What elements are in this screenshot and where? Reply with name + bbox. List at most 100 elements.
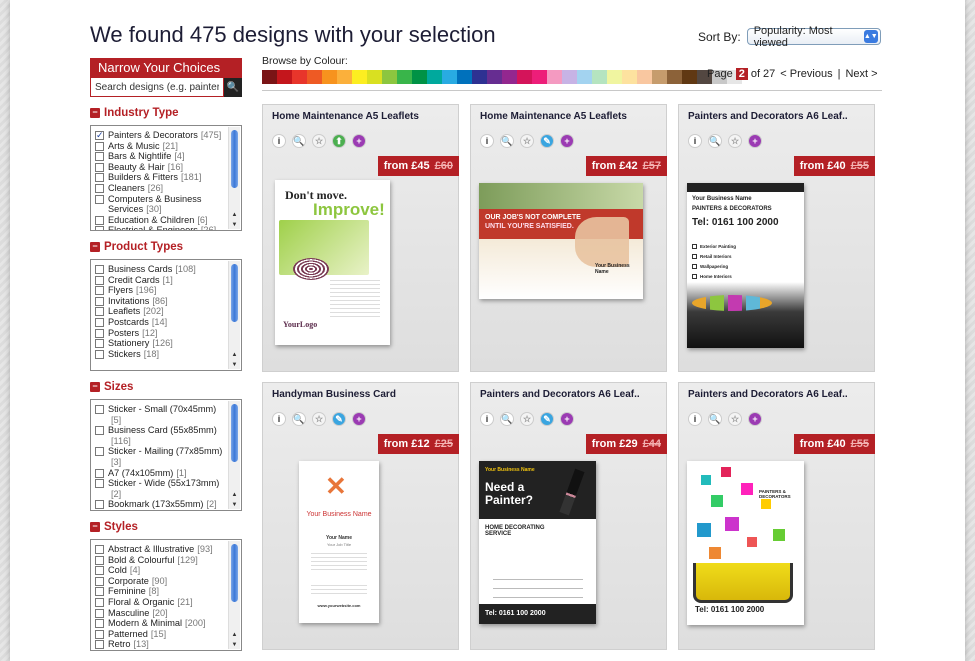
checkbox[interactable] bbox=[95, 545, 104, 554]
filter-option[interactable]: Invitations [86] bbox=[95, 296, 225, 307]
list-scrollbar[interactable]: ▲ ▼ bbox=[228, 261, 240, 369]
filter-option[interactable]: Builders & Fitters [181] bbox=[95, 172, 225, 183]
colour-swatch[interactable] bbox=[472, 70, 487, 84]
plus-icon[interactable]: + bbox=[560, 134, 574, 148]
star-icon[interactable]: ☆ bbox=[728, 412, 742, 426]
arrow-up-icon[interactable]: ⬆ bbox=[332, 134, 346, 148]
sort-select[interactable]: Popularity: Most viewed ▲▼ bbox=[746, 25, 881, 49]
brush-icon[interactable]: ✎ bbox=[540, 412, 554, 426]
star-icon[interactable]: ☆ bbox=[520, 134, 534, 148]
filter-option[interactable]: Abstract & Illustrative [93] bbox=[95, 544, 225, 555]
colour-swatch[interactable] bbox=[637, 70, 652, 84]
checkbox[interactable] bbox=[95, 426, 104, 436]
plus-icon[interactable]: + bbox=[352, 412, 366, 426]
card-title[interactable]: Handyman Business Card bbox=[272, 389, 396, 400]
checkbox[interactable] bbox=[95, 194, 104, 204]
colour-swatch[interactable] bbox=[652, 70, 667, 84]
list-scrollbar[interactable]: ▲ ▼ bbox=[228, 127, 240, 229]
colour-swatch[interactable] bbox=[442, 70, 457, 84]
filter-option[interactable]: Postcards [14] bbox=[95, 317, 225, 328]
colour-swatch[interactable] bbox=[622, 70, 637, 84]
colour-swatch[interactable] bbox=[457, 70, 472, 84]
colour-swatch[interactable] bbox=[262, 70, 277, 84]
filter-option[interactable]: Bookmark (173x55mm) [2] bbox=[95, 499, 225, 510]
star-icon[interactable]: ☆ bbox=[520, 412, 534, 426]
filter-option[interactable]: Bars & Nightlife [4] bbox=[95, 151, 225, 162]
colour-swatch[interactable] bbox=[382, 70, 397, 84]
plus-icon[interactable]: + bbox=[560, 412, 574, 426]
star-icon[interactable]: ☆ bbox=[728, 134, 742, 148]
search-button[interactable]: 🔍 bbox=[224, 78, 242, 97]
checkbox[interactable] bbox=[95, 226, 104, 230]
filter-option[interactable]: Computers & Business Services [30] bbox=[95, 194, 225, 215]
filter-option[interactable]: Stickers [18] bbox=[95, 349, 225, 360]
card-title[interactable]: Home Maintenance A5 Leaflets bbox=[272, 111, 419, 122]
colour-swatch[interactable] bbox=[607, 70, 622, 84]
magnify-icon[interactable]: 🔍 bbox=[708, 134, 722, 148]
info-icon[interactable]: i bbox=[272, 134, 286, 148]
scroll-up-icon[interactable]: ▲ bbox=[229, 632, 240, 638]
colour-swatch[interactable] bbox=[562, 70, 577, 84]
brush-icon[interactable]: ✎ bbox=[540, 134, 554, 148]
checkbox[interactable] bbox=[95, 468, 104, 478]
checkbox[interactable] bbox=[95, 141, 104, 151]
filter-option[interactable]: Beauty & Hair [16] bbox=[95, 162, 225, 173]
filter-option[interactable]: Electrical & Engineers [26] bbox=[95, 225, 225, 230]
colour-swatch[interactable] bbox=[682, 70, 697, 84]
plus-icon[interactable]: + bbox=[748, 134, 762, 148]
colour-swatch[interactable] bbox=[592, 70, 607, 84]
design-thumbnail[interactable]: PAINTERS & DECORATORS Tel: 0161 100 2000 bbox=[687, 461, 804, 625]
colour-swatch[interactable] bbox=[667, 70, 682, 84]
filter-option[interactable]: Retro [13] bbox=[95, 639, 225, 650]
checkbox[interactable] bbox=[95, 587, 104, 597]
checkbox[interactable] bbox=[95, 173, 104, 183]
star-icon[interactable]: ☆ bbox=[312, 412, 326, 426]
filter-section-title[interactable]: − Industry Type bbox=[90, 106, 242, 120]
magnify-icon[interactable]: 🔍 bbox=[500, 412, 514, 426]
filter-option[interactable]: Education & Children [6] bbox=[95, 215, 225, 226]
filter-option[interactable]: Cleaners [26] bbox=[95, 183, 225, 194]
checkbox[interactable] bbox=[95, 576, 104, 586]
filter-section-title[interactable]: − Product Types bbox=[90, 240, 242, 254]
colour-swatch[interactable] bbox=[367, 70, 382, 84]
checkbox[interactable] bbox=[95, 162, 104, 172]
scroll-thumb[interactable] bbox=[231, 404, 238, 462]
colour-swatch[interactable] bbox=[397, 70, 412, 84]
filter-option[interactable]: Posters [12] bbox=[95, 328, 225, 339]
scroll-up-icon[interactable]: ▲ bbox=[229, 352, 240, 358]
checkbox[interactable] bbox=[95, 349, 104, 359]
plus-icon[interactable]: + bbox=[352, 134, 366, 148]
card-title[interactable]: Home Maintenance A5 Leaflets bbox=[480, 111, 627, 122]
colour-swatch[interactable] bbox=[307, 70, 322, 84]
checkbox[interactable]: ✓ bbox=[95, 131, 104, 140]
checkbox[interactable] bbox=[95, 555, 104, 565]
brush-icon[interactable]: ✎ bbox=[332, 412, 346, 426]
filter-option[interactable]: Corporate [90] bbox=[95, 576, 225, 587]
colour-swatch[interactable] bbox=[277, 70, 292, 84]
checkbox[interactable] bbox=[95, 608, 104, 618]
design-card[interactable]: Painters and Decorators A6 Leaf.. i 🔍 ☆ + fro… bbox=[678, 104, 875, 372]
search-input[interactable] bbox=[90, 78, 224, 97]
info-icon[interactable]: i bbox=[480, 134, 494, 148]
colour-swatch[interactable] bbox=[487, 70, 502, 84]
star-icon[interactable]: ☆ bbox=[312, 134, 326, 148]
design-thumbnail[interactable]: OUR JOB'S NOT COMPLETE UNTIL YOU'RE SATIS… bbox=[479, 183, 643, 299]
design-card[interactable]: Painters and Decorators A6 Leaf.. i 🔍 ☆ + fro… bbox=[678, 382, 875, 650]
checkbox[interactable] bbox=[95, 479, 104, 489]
scroll-down-icon[interactable]: ▼ bbox=[229, 362, 240, 368]
filter-section-title[interactable]: − Sizes bbox=[90, 380, 242, 394]
design-card[interactable]: Painters and Decorators A6 Leaf.. i 🔍 ☆ ✎ + fr… bbox=[470, 382, 667, 650]
colour-swatch[interactable] bbox=[337, 70, 352, 84]
scroll-down-icon[interactable]: ▼ bbox=[229, 642, 240, 648]
card-title[interactable]: Painters and Decorators A6 Leaf.. bbox=[688, 389, 848, 400]
filter-option[interactable]: Cold [4] bbox=[95, 565, 225, 576]
colour-swatch[interactable] bbox=[352, 70, 367, 84]
scroll-thumb[interactable] bbox=[231, 544, 238, 602]
filter-option[interactable]: Sticker - Wide (55x173mm)[2] bbox=[95, 478, 225, 499]
filter-option[interactable]: A7 (74x105mm) [1] bbox=[95, 468, 225, 479]
list-scrollbar[interactable]: ▲ ▼ bbox=[228, 541, 240, 649]
filter-option[interactable]: Leaflets [202] bbox=[95, 306, 225, 317]
checkbox[interactable] bbox=[95, 328, 104, 338]
design-thumbnail[interactable]: Don't move. Improve! YourLogo bbox=[275, 180, 390, 345]
colour-swatch[interactable] bbox=[517, 70, 532, 84]
